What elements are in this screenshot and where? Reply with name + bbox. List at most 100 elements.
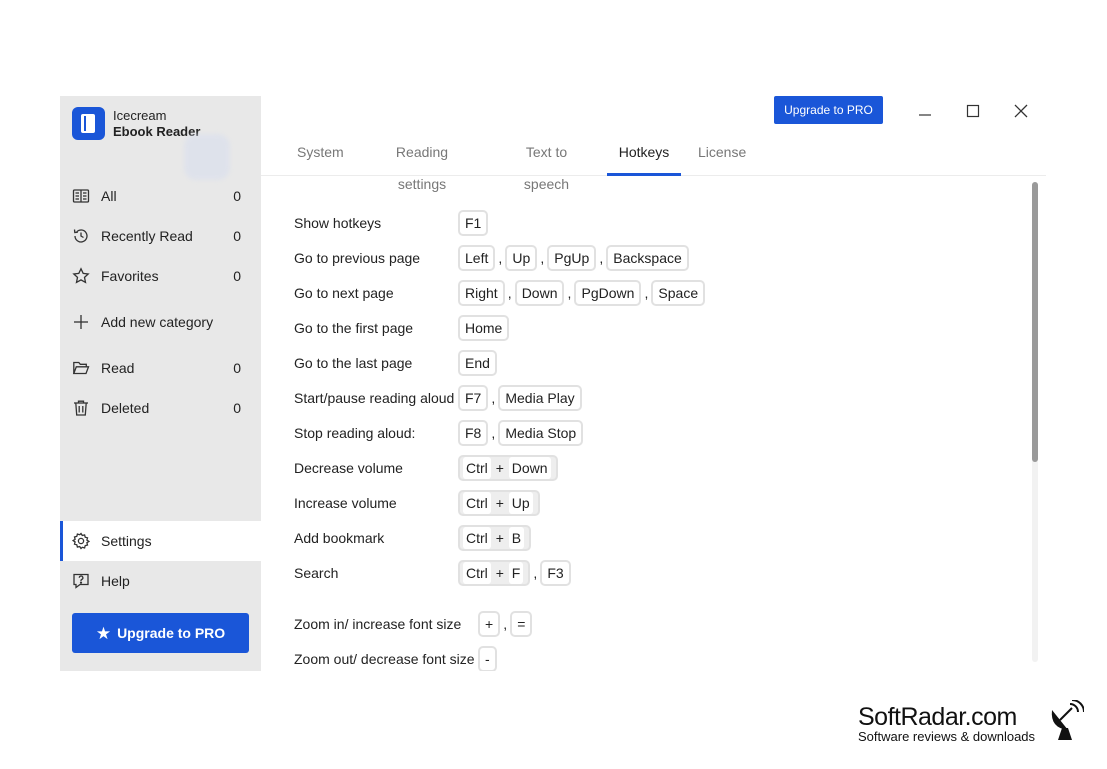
watermark-title: SoftRadar.com bbox=[858, 703, 1017, 731]
satellite-dish-icon bbox=[1051, 700, 1084, 740]
key-badge: Home bbox=[458, 315, 510, 341]
tab-system[interactable]: System bbox=[297, 136, 344, 176]
key-badge: F7 bbox=[458, 385, 489, 411]
sidebar-item-label: Help bbox=[101, 573, 130, 589]
sidebar-item-deleted[interactable]: Deleted 0 bbox=[60, 389, 261, 427]
key-separator: , bbox=[491, 390, 496, 406]
app-window: Icecream Ebook Reader All 0 Recently Rea… bbox=[60, 96, 1046, 671]
key-badge: Down bbox=[514, 280, 565, 306]
sidebar-item-label: All bbox=[101, 188, 117, 204]
key-separator: , bbox=[491, 425, 496, 441]
sidebar-item-recently-read[interactable]: Recently Read 0 bbox=[60, 217, 261, 255]
key-combo: Ctrl + B bbox=[458, 525, 532, 551]
sidebar-item-label: Add new category bbox=[101, 314, 214, 330]
hotkey-label: Go to next page bbox=[294, 285, 394, 301]
plus-icon bbox=[72, 313, 90, 331]
key-badge: PgDown bbox=[574, 280, 642, 306]
sidebar-item-all[interactable]: All 0 bbox=[60, 177, 261, 215]
key-badge: Ctrl bbox=[463, 457, 491, 479]
watermark-subtitle: Software reviews & downloads bbox=[858, 729, 1036, 744]
hotkey-label: Search bbox=[294, 565, 339, 581]
sidebar-item-read[interactable]: Read 0 bbox=[60, 349, 261, 387]
add-category-button[interactable]: Add new category bbox=[60, 303, 261, 341]
tab-license[interactable]: License bbox=[698, 136, 746, 176]
sidebar-item-count: 0 bbox=[233, 228, 241, 244]
upgrade-pro-top-button[interactable]: Upgrade to PRO bbox=[774, 96, 883, 124]
hotkey-label: Zoom out/ decrease font size bbox=[294, 651, 475, 667]
key-badge: F3 bbox=[540, 560, 571, 586]
hotkey-row: Start/pause reading aloud F7 , Media Pla… bbox=[294, 384, 582, 412]
sidebar-item-label: Favorites bbox=[101, 268, 159, 284]
decorative-ghost-icon bbox=[184, 134, 230, 180]
hotkey-label: Zoom in/ increase font size bbox=[294, 616, 462, 632]
combo-plus: + bbox=[495, 495, 504, 511]
minimize-button[interactable] bbox=[910, 100, 940, 122]
trash-icon bbox=[72, 399, 90, 417]
key-separator: , bbox=[644, 285, 649, 301]
sidebar-item-settings[interactable]: Settings bbox=[60, 521, 261, 561]
key-badge: Left bbox=[458, 245, 496, 271]
hotkey-label: Go to previous page bbox=[294, 250, 421, 266]
hotkey-row: Stop reading aloud: F8 , Media Stop bbox=[294, 419, 584, 447]
key-badge: Down bbox=[508, 457, 551, 479]
key-badge: PgUp bbox=[547, 245, 597, 271]
hotkey-label: Start/pause reading aloud bbox=[294, 390, 455, 406]
scrollbar-thumb[interactable] bbox=[1032, 182, 1038, 462]
key-combo: Ctrl + Down bbox=[458, 455, 558, 481]
key-combo: Ctrl + Up bbox=[458, 490, 540, 516]
sidebar-item-favorites[interactable]: Favorites 0 bbox=[60, 257, 261, 295]
sidebar-item-help[interactable]: Help bbox=[60, 562, 261, 600]
key-badge: B bbox=[508, 527, 525, 549]
key-badge: F1 bbox=[458, 210, 489, 236]
app-logo-icon bbox=[72, 107, 105, 140]
tab-text-to-speech[interactable]: Text to speech bbox=[502, 136, 591, 192]
content-scrollbar[interactable] bbox=[1032, 182, 1038, 662]
key-badge: Backspace bbox=[606, 245, 689, 271]
key-badge: Media Play bbox=[498, 385, 582, 411]
close-button[interactable] bbox=[1006, 100, 1036, 122]
maximize-button[interactable] bbox=[958, 100, 988, 122]
hotkey-label: Increase volume bbox=[294, 495, 397, 511]
tab-reading-settings[interactable]: Reading settings bbox=[371, 136, 473, 192]
hotkey-row: Go to the last page End bbox=[294, 349, 497, 377]
upgrade-pro-button[interactable]: ★ Upgrade to PRO bbox=[72, 613, 249, 653]
key-badge: Ctrl bbox=[463, 527, 491, 549]
hotkey-row: Add bookmark Ctrl + B bbox=[294, 524, 532, 552]
key-badge: + bbox=[478, 611, 501, 637]
settings-tabs: System Reading settings Text to speech H… bbox=[261, 136, 1046, 192]
key-separator: , bbox=[599, 250, 604, 266]
sidebar-item-label: Settings bbox=[101, 533, 152, 549]
key-badge: Space bbox=[651, 280, 706, 306]
app-brand: Icecream Ebook Reader bbox=[72, 107, 200, 140]
softradar-watermark: SoftRadar.com Software reviews & downloa… bbox=[858, 700, 1084, 744]
key-badge: Ctrl bbox=[463, 562, 491, 584]
hotkey-label: Show hotkeys bbox=[294, 215, 382, 231]
hotkey-row: Zoom in/ increase font size + , = bbox=[294, 610, 533, 638]
gear-icon bbox=[72, 532, 90, 550]
hotkey-row: Search Ctrl + F , F3 bbox=[294, 559, 571, 587]
hotkey-label: Go to the first page bbox=[294, 320, 414, 336]
key-badge: F8 bbox=[458, 420, 489, 446]
hotkey-label: Decrease volume bbox=[294, 460, 403, 476]
library-icon bbox=[72, 187, 90, 205]
key-combo: Ctrl + F bbox=[458, 560, 531, 586]
hotkey-row: Increase volume Ctrl + Up bbox=[294, 489, 540, 517]
sidebar-item-label: Deleted bbox=[101, 400, 150, 416]
hotkeys-panel: Show hotkeys F1 Go to previous page Left… bbox=[261, 177, 1046, 671]
sidebar-item-count: 0 bbox=[233, 188, 241, 204]
close-icon bbox=[1014, 104, 1028, 118]
sidebar-item-count: 0 bbox=[233, 360, 241, 376]
key-separator: , bbox=[503, 616, 508, 632]
open-folder-icon bbox=[72, 359, 90, 377]
hotkey-row: Zoom out/ decrease font size - bbox=[294, 645, 497, 671]
hotkey-row: Go to the first page Home bbox=[294, 314, 510, 342]
minimize-icon bbox=[919, 114, 931, 116]
hotkey-label: Go to the last page bbox=[294, 355, 413, 371]
sidebar: Icecream Ebook Reader All 0 Recently Rea… bbox=[60, 96, 261, 671]
tab-hotkeys[interactable]: Hotkeys bbox=[607, 136, 681, 176]
key-badge: - bbox=[478, 646, 497, 671]
key-badge: F bbox=[508, 562, 524, 584]
app-name-line1: Icecream bbox=[113, 107, 167, 123]
key-badge: Up bbox=[505, 245, 538, 271]
combo-plus: + bbox=[495, 460, 504, 476]
